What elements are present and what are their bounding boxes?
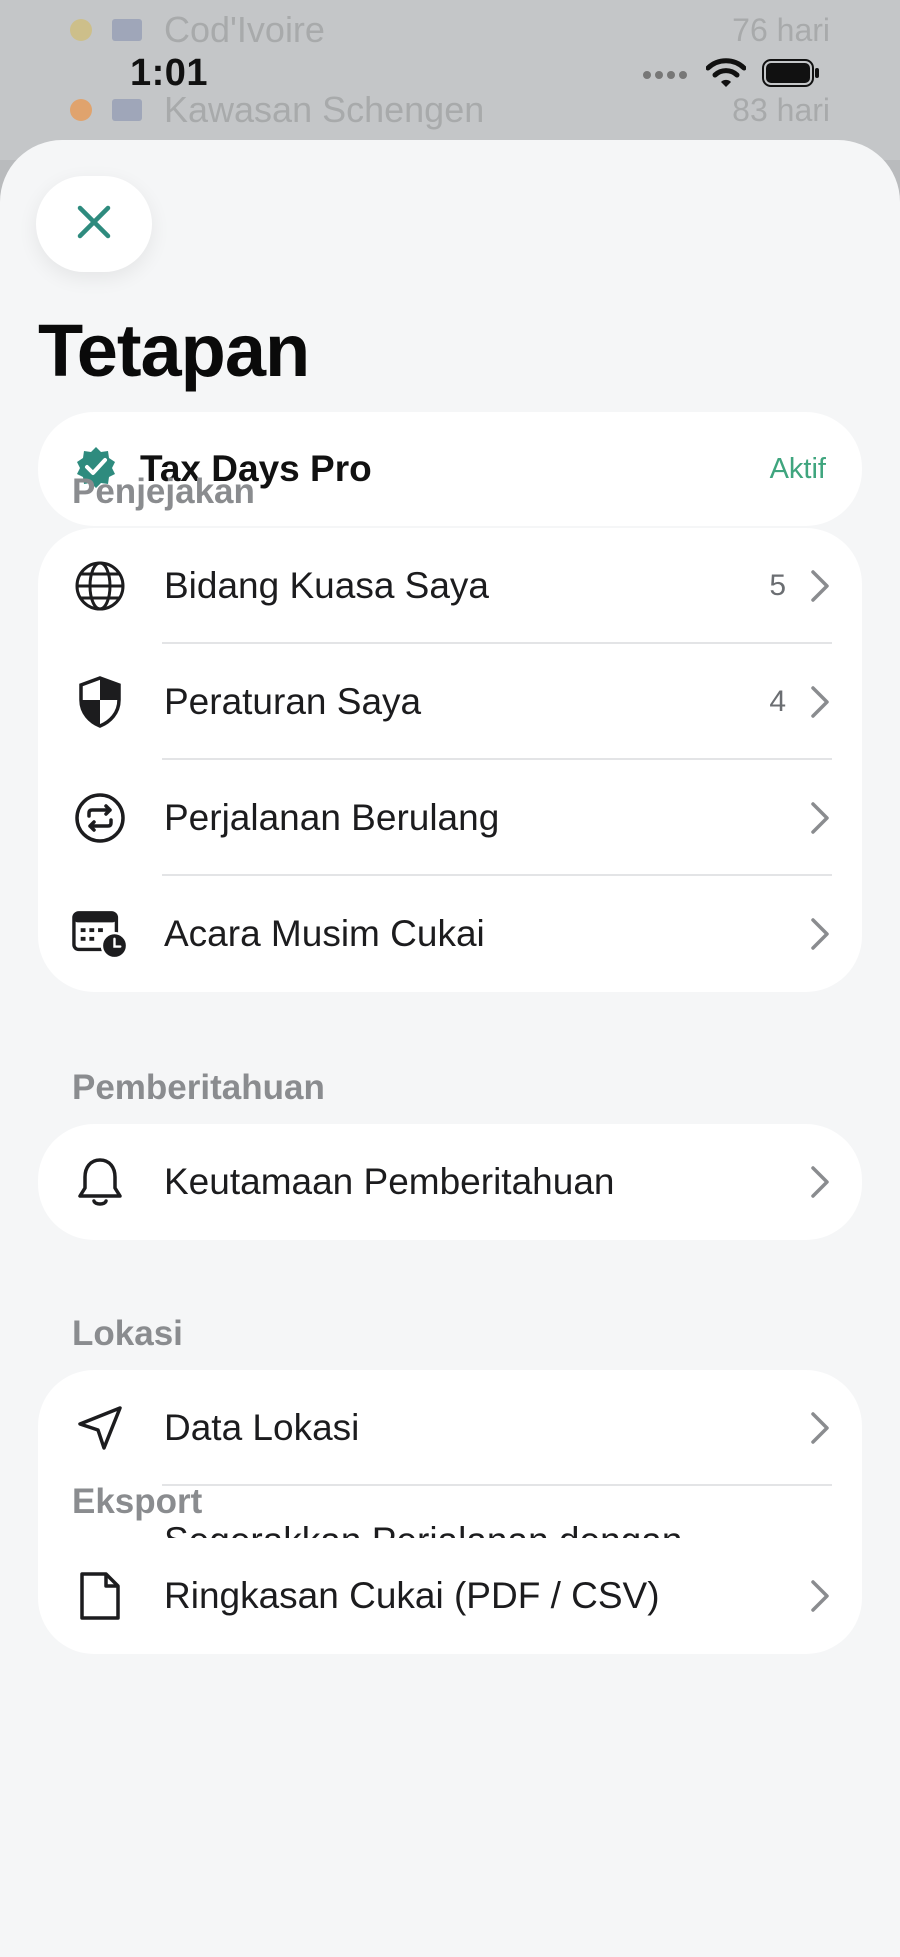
close-icon — [76, 204, 112, 245]
bell-icon — [72, 1154, 128, 1210]
row-label: Acara Musim Cukai — [164, 912, 485, 954]
tracking-card: Bidang Kuasa Saya 5 Peraturan Saya 4 Per… — [38, 528, 862, 992]
row-rules[interactable]: Peraturan Saya 4 — [38, 644, 862, 760]
row-label: Bidang Kuasa Saya — [164, 564, 490, 606]
row-label: Perjalanan Berulang — [164, 796, 500, 838]
status-time: 1:01 — [130, 52, 209, 94]
status-bar: 1:01 — [0, 40, 900, 110]
settings-sheet: Tetapan Tax Days Pro Aktif Penjejakan Bi… — [0, 140, 900, 1957]
wifi-icon — [705, 58, 747, 93]
page-title: Tetapan — [38, 309, 310, 392]
chevron-right-icon — [808, 1411, 832, 1445]
location-arrow-icon — [72, 1400, 128, 1456]
chevron-right-icon — [808, 1165, 832, 1199]
calendar-clock-icon — [72, 906, 128, 962]
pro-status-badge: Aktif — [769, 452, 826, 485]
signal-icon — [642, 67, 690, 85]
chevron-right-icon — [808, 685, 832, 719]
chevron-right-icon — [808, 917, 832, 951]
status-icons — [642, 58, 820, 93]
chevron-right-icon — [808, 569, 832, 603]
row-tax-summary-export[interactable]: Ringkasan Cukai (PDF / CSV) — [38, 1538, 862, 1654]
row-count: 5 — [769, 569, 786, 602]
row-tax-season-events[interactable]: Acara Musim Cukai — [38, 876, 862, 992]
globe-icon — [72, 558, 128, 614]
row-jurisdictions[interactable]: Bidang Kuasa Saya 5 — [38, 528, 862, 644]
shield-icon — [72, 674, 128, 730]
row-location-data[interactable]: Data Lokasi — [38, 1370, 862, 1486]
battery-icon — [762, 59, 820, 92]
section-header-export: Eksport — [72, 1482, 203, 1521]
row-label: Data Lokasi — [164, 1406, 360, 1448]
section-header-notifications: Pemberitahuan — [72, 1068, 325, 1107]
chevron-right-icon — [808, 1579, 832, 1613]
row-notification-preferences[interactable]: Keutamaan Pemberitahuan — [38, 1124, 862, 1240]
close-button[interactable] — [36, 176, 152, 272]
chevron-right-icon — [808, 801, 832, 835]
document-icon — [72, 1568, 128, 1624]
section-header-tracking: Penjejakan — [72, 472, 255, 511]
row-label: Peraturan Saya — [164, 680, 422, 722]
notifications-card: Keutamaan Pemberitahuan — [38, 1124, 862, 1240]
row-count: 4 — [769, 685, 786, 718]
section-header-location: Lokasi — [72, 1314, 183, 1353]
export-card: Ringkasan Cukai (PDF / CSV) — [38, 1538, 862, 1654]
row-label: Keutamaan Pemberitahuan — [164, 1160, 615, 1202]
repeat-icon — [72, 790, 128, 846]
row-label: Ringkasan Cukai (PDF / CSV) — [164, 1574, 660, 1616]
row-recurring-trips[interactable]: Perjalanan Berulang — [38, 760, 862, 876]
